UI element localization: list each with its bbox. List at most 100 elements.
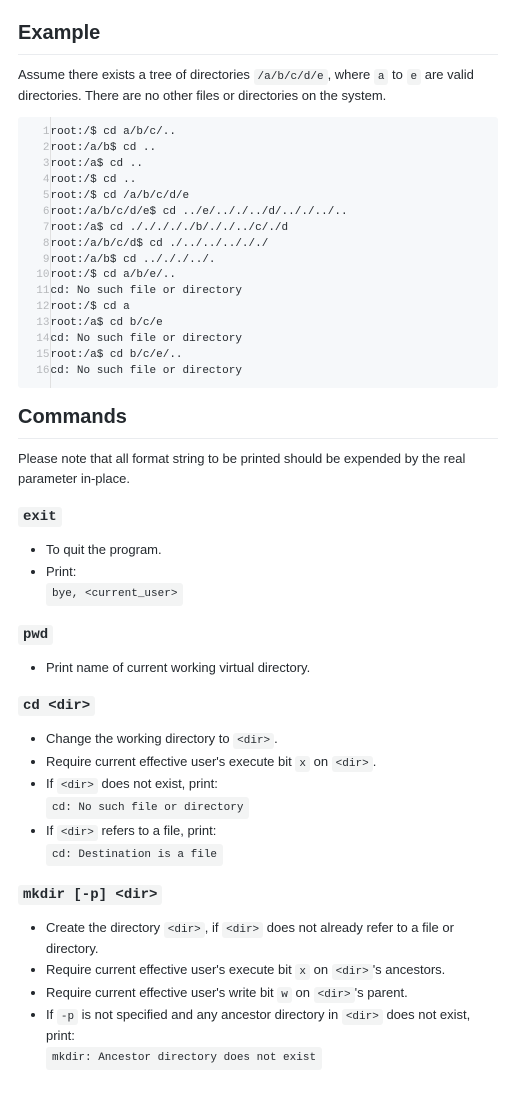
line-number: 11 xyxy=(18,284,50,300)
line-number: 10 xyxy=(18,268,50,284)
command-name: exit xyxy=(18,507,62,527)
inline-code: <dir> xyxy=(164,922,205,938)
line-number: 5 xyxy=(18,189,50,205)
inline-code: <dir> xyxy=(233,733,274,749)
output-code: mkdir: Ancestor directory does not exist xyxy=(46,1047,322,1070)
line-number: 15 xyxy=(18,348,50,364)
cd-heading: cd <dir> xyxy=(18,693,498,717)
code-line: root:/$ cd a xyxy=(50,300,498,316)
code-line: root:/$ cd a/b/c/.. xyxy=(50,117,498,141)
mkdir-heading: mkdir [-p] <dir> xyxy=(18,882,498,906)
inline-code: <dir> xyxy=(57,778,98,794)
text: to xyxy=(388,67,406,82)
text: 's parent. xyxy=(355,985,408,1000)
text: on xyxy=(310,962,332,977)
text: If xyxy=(46,823,57,838)
exit-list: To quit the program. Print: bye, <curren… xyxy=(18,540,498,606)
output-code: cd: No such file or directory xyxy=(46,797,249,820)
code-line: root:/a/b/c/d/e$ cd ../e/.././../d/.././… xyxy=(50,205,498,221)
mkdir-list: Create the directory <dir>, if <dir> doe… xyxy=(18,918,498,1070)
list-item: If <dir> refers to a file, print: cd: De… xyxy=(46,821,498,866)
code-line: root:/a/b$ cd ../././../. xyxy=(50,253,498,269)
line-number: 7 xyxy=(18,221,50,237)
line-number: 9 xyxy=(18,253,50,269)
inline-code: <dir> xyxy=(342,1009,383,1025)
text: Require current effective user's execute… xyxy=(46,962,295,977)
text: , where xyxy=(328,67,374,82)
text: Create the directory xyxy=(46,920,164,935)
command-name: cd <dir> xyxy=(18,696,95,716)
text: If xyxy=(46,1007,57,1022)
inline-code: w xyxy=(277,987,292,1003)
inline-code: <dir> xyxy=(332,964,373,980)
line-number: 2 xyxy=(18,141,50,157)
line-number: 12 xyxy=(18,300,50,316)
line-number: 8 xyxy=(18,237,50,253)
text: If xyxy=(46,776,57,791)
code-line: cd: No such file or directory xyxy=(50,364,498,388)
line-number: 16 xyxy=(18,364,50,388)
code-line: root:/a$ cd ./././././b/././../c/./d xyxy=(50,221,498,237)
code-line: root:/a$ cd b/c/e/.. xyxy=(50,348,498,364)
code-line: root:/a$ cd b/c/e xyxy=(50,316,498,332)
pwd-list: Print name of current working virtual di… xyxy=(18,658,498,678)
code-line: root:/a/b$ cd .. xyxy=(50,141,498,157)
list-item: Require current effective user's write b… xyxy=(46,983,498,1004)
inline-code: a xyxy=(374,69,389,85)
example-intro: Assume there exists a tree of directorie… xyxy=(18,65,498,105)
code-line: cd: No such file or directory xyxy=(50,332,498,348)
list-item: Change the working directory to <dir>. xyxy=(46,729,498,750)
inline-code: <dir> xyxy=(332,756,373,772)
line-number: 1 xyxy=(18,117,50,141)
text: , if xyxy=(205,920,222,935)
text: Require current effective user's write b… xyxy=(46,985,277,1000)
code-block: 1root:/$ cd a/b/c/..2root:/a/b$ cd ..3ro… xyxy=(18,117,498,388)
commands-note: Please note that all format string to be… xyxy=(18,449,498,488)
inline-code: e xyxy=(407,69,422,85)
text: Change the working directory to xyxy=(46,731,233,746)
text: Print: xyxy=(46,564,76,579)
output-code: bye, <current_user> xyxy=(46,583,183,606)
output-code: cd: Destination is a file xyxy=(46,844,223,867)
line-number: 6 xyxy=(18,205,50,221)
line-number: 4 xyxy=(18,173,50,189)
command-name: pwd xyxy=(18,625,53,645)
line-number: 13 xyxy=(18,316,50,332)
code-line: cd: No such file or directory xyxy=(50,284,498,300)
inline-code: x xyxy=(295,756,310,772)
pwd-heading: pwd xyxy=(18,622,498,646)
text: Assume there exists a tree of directorie… xyxy=(18,67,254,82)
code-line: root:/$ cd a/b/e/.. xyxy=(50,268,498,284)
inline-code: /a/b/c/d/e xyxy=(254,69,328,85)
text: refers to a file, print: xyxy=(98,823,217,838)
inline-code: <dir> xyxy=(314,987,355,1003)
inline-code: <dir> xyxy=(57,825,98,841)
list-item: To quit the program. xyxy=(46,540,498,560)
list-item: If <dir> does not exist, print: cd: No s… xyxy=(46,774,498,819)
text: Require current effective user's execute… xyxy=(46,754,295,769)
code-line: root:/a$ cd .. xyxy=(50,157,498,173)
cd-list: Change the working directory to <dir>. R… xyxy=(18,729,498,866)
commands-heading: Commands xyxy=(18,402,498,439)
inline-code: <dir> xyxy=(222,922,263,938)
code-line: root:/$ cd /a/b/c/d/e xyxy=(50,189,498,205)
text: on xyxy=(310,754,332,769)
list-item: Print name of current working virtual di… xyxy=(46,658,498,678)
text: is not specified and any ancestor direct… xyxy=(78,1007,342,1022)
text: does not exist, print: xyxy=(98,776,218,791)
command-name: mkdir [-p] <dir> xyxy=(18,885,162,905)
example-heading: Example xyxy=(18,18,498,55)
text: . xyxy=(373,754,377,769)
text: on xyxy=(292,985,314,1000)
inline-code: x xyxy=(295,964,310,980)
exit-heading: exit xyxy=(18,504,498,528)
code-line: root:/$ cd .. xyxy=(50,173,498,189)
text: . xyxy=(274,731,278,746)
list-item: Require current effective user's execute… xyxy=(46,960,498,981)
text: 's ancestors. xyxy=(373,962,446,977)
list-item: Print: bye, <current_user> xyxy=(46,562,498,606)
list-item: If -p is not specified and any ancestor … xyxy=(46,1005,498,1070)
list-item: Require current effective user's execute… xyxy=(46,752,498,773)
list-item: Create the directory <dir>, if <dir> doe… xyxy=(46,918,498,958)
line-number: 14 xyxy=(18,332,50,348)
